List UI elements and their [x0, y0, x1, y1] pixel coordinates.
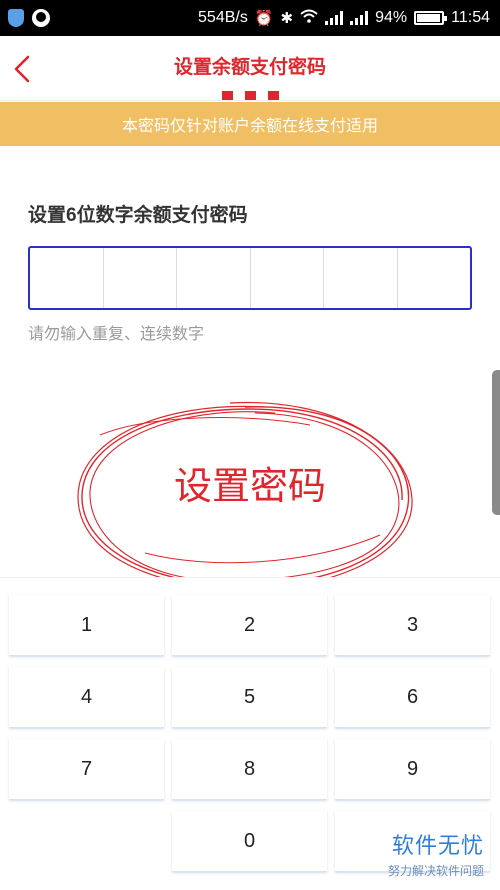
key-0[interactable]: 0	[172, 811, 327, 872]
status-time: 11:54	[451, 9, 490, 26]
pin-cell-3[interactable]	[177, 248, 251, 308]
pin-input[interactable]	[28, 246, 472, 310]
alarm-icon: ⏰	[254, 10, 274, 27]
status-bar-left	[0, 9, 50, 27]
pin-label: 设置6位数字余额支付密码	[28, 205, 248, 226]
annotation-text: 设置密码	[173, 466, 326, 508]
signal-icon	[325, 11, 344, 25]
key-5[interactable]: 5	[172, 667, 327, 728]
pin-cell-5[interactable]	[324, 248, 398, 308]
key-6[interactable]: 6	[335, 667, 490, 728]
key-1[interactable]: 1	[9, 595, 164, 656]
shield-app-icon	[8, 9, 24, 27]
watermark: 软件无忧 努力解决软件问题	[388, 828, 484, 879]
status-bar-right: 554B/s ⏰ ✱ 94% 11:54	[198, 9, 500, 27]
pin-cell-1[interactable]	[30, 248, 104, 308]
key-3[interactable]: 3	[335, 595, 490, 656]
pin-cell-2[interactable]	[104, 248, 177, 308]
key-2[interactable]: 2	[172, 595, 327, 656]
battery-percent: 94%	[375, 9, 408, 26]
key-9[interactable]: 9	[335, 739, 490, 800]
key-4[interactable]: 4	[9, 667, 164, 728]
bluetooth-icon: ✱	[280, 10, 294, 27]
watermark-subtitle: 努力解决软件问题	[387, 864, 484, 878]
battery-icon	[414, 11, 448, 25]
notice-banner: 本密码仅针对账户余额在线支付适用	[0, 102, 500, 146]
pin-cell-6[interactable]	[398, 248, 471, 308]
header: 设置余额支付密码	[0, 36, 500, 100]
title-marker-dots	[222, 91, 279, 100]
side-drawer-handle[interactable]	[492, 370, 500, 515]
pin-cell-4[interactable]	[251, 248, 324, 308]
pin-hint: 请勿输入重复、连续数字	[28, 326, 205, 343]
key-8[interactable]: 8	[172, 739, 327, 800]
signal-icon-2	[350, 11, 369, 25]
header-divider	[0, 100, 500, 101]
wifi-icon	[300, 9, 318, 27]
watermark-title: 软件无忧	[391, 833, 484, 858]
key-7[interactable]: 7	[9, 739, 164, 800]
status-bar: 554B/s ⏰ ✱ 94% 11:54	[0, 0, 500, 36]
network-speed: 554B/s	[198, 9, 248, 26]
qq-app-icon	[32, 9, 50, 27]
page-title: 设置余额支付密码	[173, 57, 326, 78]
